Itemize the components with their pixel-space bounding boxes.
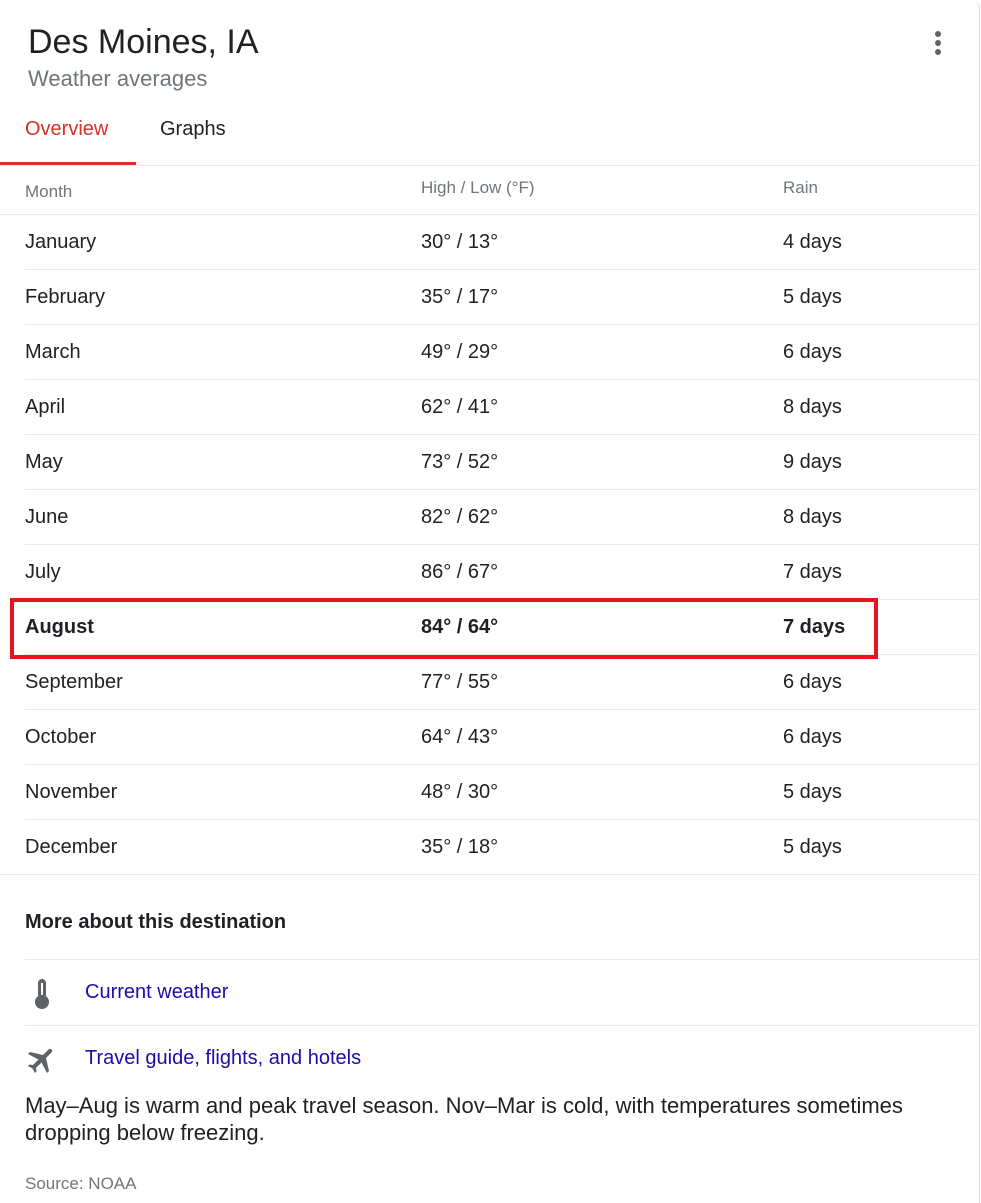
cell-rain: 6 days bbox=[783, 671, 842, 693]
cell-temp: 64° / 43° bbox=[421, 726, 499, 748]
source-label: Source: NOAA bbox=[25, 1174, 137, 1193]
cell-rain: 6 days bbox=[783, 341, 842, 363]
active-tab-indicator bbox=[0, 162, 136, 165]
current-weather-label[interactable]: Current weather bbox=[85, 981, 228, 1004]
cell-temp: 86° / 67° bbox=[421, 561, 499, 583]
cell-month: October bbox=[25, 726, 97, 748]
weather-table: Month High / Low (°F) Rain January 30° / … bbox=[0, 166, 980, 875]
cell-temp: 49° / 29° bbox=[421, 341, 499, 363]
cell-rain: 9 days bbox=[783, 451, 842, 473]
cell-rain: 5 days bbox=[783, 781, 842, 803]
more-about-title: More about this destination bbox=[25, 911, 287, 933]
table-row: December 35° / 18° 5 days bbox=[0, 820, 980, 875]
cell-temp: 77° / 55° bbox=[421, 671, 499, 693]
cell-temp: 30° / 13° bbox=[421, 231, 499, 253]
table-row: July 86° / 67° 7 days bbox=[25, 545, 980, 600]
cell-rain: 5 days bbox=[783, 836, 842, 858]
thermometer-icon bbox=[35, 979, 49, 1009]
cell-temp: 82° / 62° bbox=[421, 506, 499, 528]
page-subtitle: Weather averages bbox=[28, 66, 208, 91]
column-header-rain: Rain bbox=[783, 178, 818, 197]
cell-month: February bbox=[25, 286, 106, 308]
cell-month: April bbox=[25, 396, 66, 418]
cell-month: November bbox=[25, 781, 118, 803]
tab-overview[interactable]: Overview bbox=[25, 116, 108, 142]
travel-guide-label[interactable]: Travel guide, flights, and hotels bbox=[85, 1047, 361, 1070]
table-row: September 77° / 55° 6 days bbox=[25, 655, 980, 710]
cell-month: January bbox=[25, 231, 97, 253]
divider bbox=[25, 1025, 980, 1026]
weather-card: Des Moines, IA Weather averages Overview… bbox=[0, 0, 980, 1203]
cell-rain: 7 days bbox=[783, 561, 842, 583]
table-header: Month High / Low (°F) Rain bbox=[0, 166, 980, 215]
cell-month: March bbox=[25, 341, 81, 363]
divider bbox=[25, 959, 980, 960]
table-row: November 48° / 30° 5 days bbox=[25, 765, 980, 820]
table-row: June 82° / 62° 8 days bbox=[25, 490, 980, 545]
travel-guide-link[interactable]: Travel guide, flights, and hotels bbox=[25, 1039, 725, 1079]
table-row: February 35° / 17° 5 days bbox=[25, 270, 980, 325]
cell-temp: 48° / 30° bbox=[421, 781, 499, 803]
table-row: March 49° / 29° 6 days bbox=[25, 325, 980, 380]
tab-graphs[interactable]: Graphs bbox=[160, 116, 226, 142]
cell-month: September bbox=[25, 671, 123, 693]
airplane-icon bbox=[27, 1048, 53, 1074]
column-header-temp: High / Low (°F) bbox=[421, 178, 535, 197]
cell-rain: 5 days bbox=[783, 286, 842, 308]
cell-rain: 6 days bbox=[783, 726, 842, 748]
season-description: May–Aug is warm and peak travel season. … bbox=[25, 1093, 903, 1145]
cell-temp: 35° / 18° bbox=[421, 836, 499, 858]
cell-temp: 73° / 52° bbox=[421, 451, 499, 473]
cell-rain: 8 days bbox=[783, 506, 842, 528]
cell-month: May bbox=[25, 451, 63, 473]
tab-bar: Overview Graphs bbox=[0, 100, 980, 166]
page-title: Des Moines, IA bbox=[28, 23, 259, 61]
more-options-icon bbox=[935, 31, 941, 37]
table-row: August 84° / 64° 7 days bbox=[25, 600, 980, 655]
table-row: April 62° / 41° 8 days bbox=[25, 380, 980, 435]
cell-month: June bbox=[25, 506, 69, 528]
table-row: October 64° / 43° 6 days bbox=[25, 710, 980, 765]
cell-rain: 8 days bbox=[783, 396, 842, 418]
cell-month: August bbox=[25, 616, 94, 638]
cell-rain: 4 days bbox=[783, 231, 842, 253]
cell-temp: 62° / 41° bbox=[421, 396, 499, 418]
cell-rain: 7 days bbox=[783, 616, 846, 638]
table-row: January 30° / 13° 4 days bbox=[25, 215, 980, 270]
cell-temp: 35° / 17° bbox=[421, 286, 499, 308]
cell-month: July bbox=[25, 561, 61, 583]
table-row: May 73° / 52° 9 days bbox=[25, 435, 980, 490]
more-options-button[interactable] bbox=[924, 28, 952, 60]
cell-month: December bbox=[25, 836, 118, 858]
cell-temp: 84° / 64° bbox=[421, 616, 499, 638]
current-weather-link[interactable]: Current weather bbox=[25, 973, 725, 1013]
column-header-month: Month bbox=[25, 182, 73, 201]
